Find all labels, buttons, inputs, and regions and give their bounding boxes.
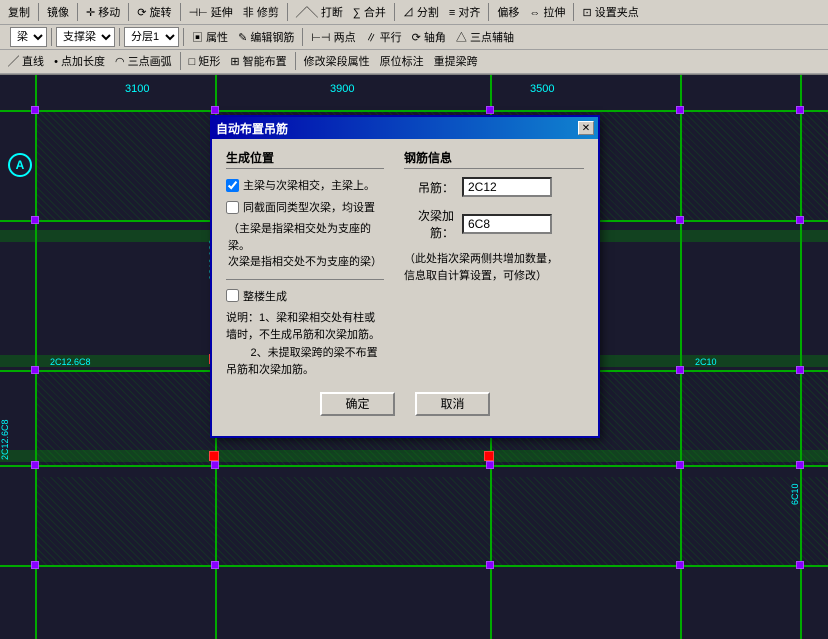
checkbox-label-1: 主梁与次梁相交，主梁上。 [243,177,375,193]
rotate-btn[interactable]: ⟳ 旋转 [133,3,175,21]
checkbox-main-secondary[interactable] [226,179,239,192]
right-section-title: 钢筋信息 [404,149,584,169]
dialog-columns: 生成位置 主梁与次梁相交，主梁上。 同截面同类型次梁，均设置 （主梁是指梁相交处… [226,149,584,380]
close-icon: ✕ [582,123,590,134]
move-btn[interactable]: ✛ 移动 [82,3,124,21]
orig-mark-btn[interactable]: 原位标注 [376,52,428,70]
edit-rebar-btn[interactable]: ✎ 编辑钢筋 [234,28,298,46]
sep3 [128,3,129,21]
sep11 [183,28,184,46]
three-point-axis-btn[interactable]: △ 三点辅轴 [452,28,518,46]
layer-select[interactable]: 分层1 [124,27,179,47]
mirror-btn[interactable]: 镜像 [43,3,73,21]
trim-btn[interactable]: 非 修剪 [239,3,283,21]
sep9 [51,28,52,46]
checkbox-row-3: 整楼生成 [226,288,384,304]
axis-angle-btn[interactable]: ⟳ 轴角 [408,28,450,46]
auto-stirrup-dialog: 自动布置吊筋 ✕ 生成位置 主梁与次梁相交，主梁上。 同截面同类型次梁，均设置 [210,115,600,438]
modify-segment-btn[interactable]: 修改梁段属性 [300,52,374,70]
explain-text: 说明：1、梁和梁相交处有柱或墙时，不生成吊筋和次梁加筋。 2、未提取梁跨的梁不布… [226,310,384,380]
toolbar: 复制 镜像 ✛ 移动 ⟳ 旋转 ⊣⊢ 延伸 非 修剪 ╱╲ 打断 ∑ 合并 ⊿ … [0,0,828,75]
sep13 [180,52,181,70]
dialog-titlebar: 自动布置吊筋 ✕ [212,117,598,139]
rebar-label-2: 次梁加筋： [404,207,454,241]
note-text-1: （主梁是指梁相交处为支座的梁。次梁是指相交处不为支座的梁） [228,221,384,271]
rebar-label-1: 吊筋： [404,179,454,196]
parallel-btn[interactable]: ∥ 平行 [362,28,406,46]
dialog-body: 生成位置 主梁与次梁相交，主梁上。 同截面同类型次梁，均设置 （主梁是指梁相交处… [212,139,598,436]
ok-button[interactable]: 确定 [320,392,395,416]
divider-1 [226,279,384,280]
checkbox-row-2: 同截面同类型次梁，均设置 [226,199,384,215]
sep10 [119,28,120,46]
point-length-btn[interactable]: • 点加长度 [50,52,109,70]
rebar-row-2: 次梁加筋： [404,207,584,241]
toolbar-row-2: 梁 支撑梁 分层1 ▣ 属性 ✎ 编辑钢筋 ⊢⊣ 两点 ∥ 平行 ⟳ 轴角 △ … [0,25,828,50]
left-section-title: 生成位置 [226,149,384,169]
sep12 [302,28,303,46]
dialog-right-col: 钢筋信息 吊筋： 次梁加筋： （此处指次梁两侧共增加数量，信息取自计算设置，可修… [404,149,584,380]
dialog-left-col: 生成位置 主梁与次梁相交，主梁上。 同截面同类型次梁，均设置 （主梁是指梁相交处… [226,149,384,380]
re-span-btn[interactable]: 重提梁跨 [430,52,482,70]
checkbox-whole-floor[interactable] [226,289,239,302]
element-type-select[interactable]: 梁 [10,27,47,47]
checkbox-same-section[interactable] [226,201,239,214]
stretch-btn[interactable]: ⇔ 拉伸 [525,3,569,21]
rebar-input-2[interactable] [462,214,552,234]
checkbox-row-1: 主梁与次梁相交，主梁上。 [226,177,384,193]
dialog-title: 自动布置吊筋 [216,120,288,137]
copy-btn[interactable]: 复制 [4,3,34,21]
two-point-btn[interactable]: ⊢⊣ 两点 [307,28,359,46]
extend-btn[interactable]: ⊣⊢ 延伸 [185,3,237,21]
rebar-input-1[interactable] [462,177,552,197]
break-btn[interactable]: ╱╲ 打断 [292,3,347,21]
sep2 [77,3,78,21]
beam-type-select[interactable]: 支撑梁 [56,27,115,47]
sep14 [295,52,296,70]
sep5 [287,3,288,21]
auto-layout-btn[interactable]: ⊞ 智能布置 [226,52,290,70]
line-btn[interactable]: ╱ 直线 [4,52,48,70]
rect-btn[interactable]: □ 矩形 [185,52,225,70]
split-btn[interactable]: ⊿ 分割 [399,3,443,21]
arc-btn[interactable]: ◠ 三点画弧 [111,52,176,70]
toolbar-row-3: ╱ 直线 • 点加长度 ◠ 三点画弧 □ 矩形 ⊞ 智能布置 修改梁段属性 原位… [0,50,828,75]
cancel-button[interactable]: 取消 [415,392,490,416]
sep1 [38,3,39,21]
merge-btn[interactable]: ∑ 合并 [349,3,390,21]
rebar-note: （此处指次梁两侧共增加数量，信息取自计算设置，可修改） [404,251,584,284]
checkbox-label-2: 同截面同类型次梁，均设置 [243,199,375,215]
dialog-close-button[interactable]: ✕ [578,121,594,135]
sep4 [180,3,181,21]
align-btn[interactable]: ≡ 对齐 [445,3,484,21]
checkbox-label-3: 整楼生成 [243,288,287,304]
sep7 [488,3,489,21]
sep6 [394,3,395,21]
property-btn[interactable]: ▣ 属性 [188,28,232,46]
dialog-footer: 确定 取消 [226,392,584,426]
rebar-row-1: 吊筋： [404,177,584,197]
toolbar-row-1: 复制 镜像 ✛ 移动 ⟳ 旋转 ⊣⊢ 延伸 非 修剪 ╱╲ 打断 ∑ 合并 ⊿ … [0,0,828,25]
clamp-btn[interactable]: ⊡ 设置夹点 [578,3,642,21]
dialog-overlay: 自动布置吊筋 ✕ 生成位置 主梁与次梁相交，主梁上。 同截面同类型次梁，均设置 [0,75,828,639]
sep8 [573,3,574,21]
offset-btn[interactable]: 偏移 [493,3,523,21]
